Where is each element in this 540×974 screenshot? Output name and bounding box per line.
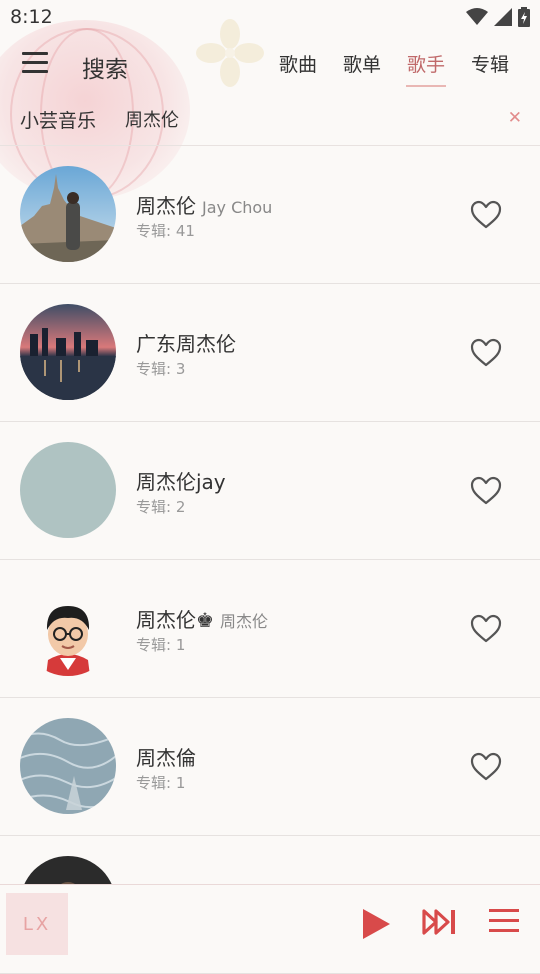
artist-name-line: 周杰倫 [136,742,202,771]
playlist-icon[interactable] [488,907,520,935]
album-count: 专辑: 3 [136,360,186,378]
artist-row[interactable]: 周杰伦 Jay Chou 专辑: 41 [0,146,540,284]
next-track-icon[interactable] [422,907,458,937]
artist-name-line: 周杰伦jay [136,466,232,495]
heart-icon[interactable] [470,476,502,506]
tab-songs[interactable]: 歌曲 [266,50,330,87]
signal-icon [494,8,512,26]
artist-name: 广东周杰伦 [136,332,236,356]
artist-name-line: 周杰伦 Jay Chou [136,190,272,219]
artist-row[interactable]: 广东周杰伦 专辑: 3 [0,284,540,422]
heart-icon[interactable] [470,614,502,644]
tab-playlists[interactable]: 歌单 [330,50,394,87]
status-time: 8:12 [10,6,53,28]
source-bar: 小芸音乐 周杰伦 ✕ [0,96,540,146]
artist-name: 周杰倫 [136,746,196,770]
page-title: 搜索 [82,57,128,83]
artist-avatar [20,580,116,676]
status-bar: 8:12 [0,0,540,36]
artist-alias: Jay Chou [202,198,273,217]
artist-avatar [20,718,116,814]
album-cover[interactable]: LX [6,893,68,955]
artist-row[interactable]: 周杰伦♚ 周杰伦 专辑: 1 [0,560,540,698]
battery-icon [518,7,530,27]
artist-alias: 周杰伦 [219,612,268,631]
tab-albums[interactable]: 专辑 [458,50,522,87]
artist-name: 周杰伦 [136,194,196,218]
search-type-tabs: 歌曲 歌单 歌手 专辑 [266,50,522,87]
close-icon[interactable]: ✕ [508,108,522,128]
tab-artists[interactable]: 歌手 [394,50,458,87]
artist-list[interactable]: 周杰伦 Jay Chou 专辑: 41 广东周杰伦 专辑: 3 周杰伦jay 专… [0,146,540,974]
heart-icon[interactable] [470,752,502,782]
album-count: 专辑: 1 [136,774,186,792]
album-count: 专辑: 41 [136,222,195,240]
source-selector[interactable]: 小芸音乐 [20,106,96,133]
heart-icon[interactable] [470,338,502,368]
wifi-icon [466,8,488,25]
app-header: 搜索 歌曲 歌单 歌手 专辑 [0,36,540,94]
play-icon[interactable] [360,907,392,941]
artist-name: 周杰伦jay [136,470,226,494]
artist-avatar [20,442,116,538]
album-count: 专辑: 1 [136,636,186,654]
artist-name-line: 广东周杰伦 [136,328,242,357]
artist-name: 周杰伦♚ [136,608,214,632]
player-bar: LX [0,884,540,961]
heart-icon[interactable] [470,200,502,230]
search-query-chip[interactable]: 周杰伦 [125,106,179,132]
artist-name-line: 周杰伦♚ 周杰伦 [136,604,268,633]
artist-row[interactable]: 周杰倫 专辑: 1 [0,698,540,836]
artist-avatar [20,304,116,400]
menu-icon[interactable] [22,52,48,74]
album-count: 专辑: 2 [136,498,186,516]
artist-row[interactable]: 周杰伦jay 专辑: 2 [0,422,540,560]
artist-avatar [20,166,116,262]
